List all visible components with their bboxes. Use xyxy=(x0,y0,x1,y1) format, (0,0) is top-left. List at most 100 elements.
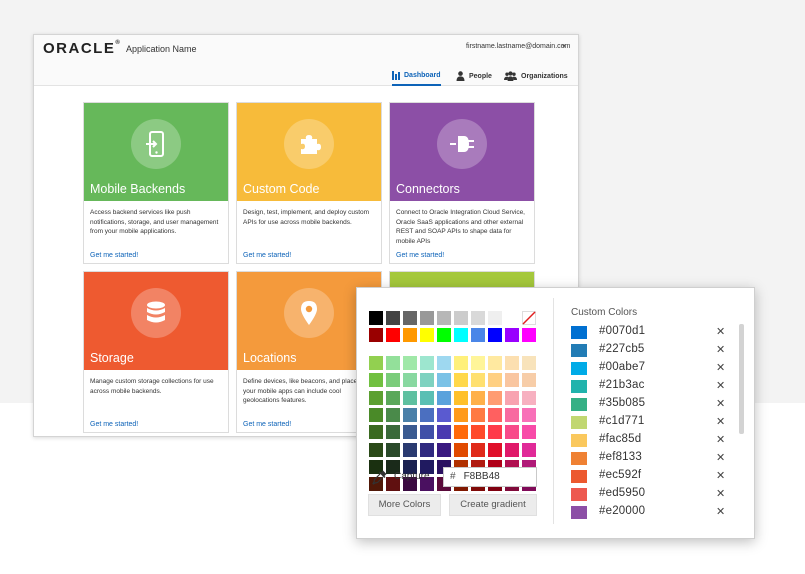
palette-swatch[interactable] xyxy=(437,390,451,405)
custom-color-row[interactable]: #ed5950 ✕ xyxy=(571,486,731,504)
palette-swatch[interactable] xyxy=(420,425,434,440)
bright-swatch[interactable] xyxy=(420,328,434,342)
palette-swatch[interactable] xyxy=(471,373,485,388)
gray-swatch[interactable] xyxy=(505,311,519,325)
palette-swatch[interactable] xyxy=(437,356,451,370)
bright-swatch[interactable] xyxy=(386,328,400,342)
custom-color-row[interactable]: #ec592f ✕ xyxy=(571,468,731,486)
close-icon[interactable]: ✕ xyxy=(716,379,725,392)
hex-input[interactable]: # F8BB48 xyxy=(443,467,537,487)
palette-swatch[interactable] xyxy=(471,356,485,370)
gray-swatch[interactable] xyxy=(420,311,434,325)
bright-swatch[interactable] xyxy=(454,328,468,342)
chevron-down-icon[interactable]: ▼ xyxy=(561,44,567,50)
custom-color-row[interactable]: #21b3ac ✕ xyxy=(571,378,731,396)
palette-swatch[interactable] xyxy=(437,407,451,422)
tile-storage[interactable]: Storage Manage custom storage collection… xyxy=(83,271,229,433)
gray-swatch[interactable] xyxy=(369,311,383,325)
palette-swatch[interactable] xyxy=(386,442,400,457)
palette-swatch[interactable] xyxy=(488,442,502,457)
eyedropper-icon[interactable] xyxy=(372,469,388,485)
get-started-link[interactable]: Get me started! xyxy=(396,252,444,259)
more-colors-button[interactable]: More Colors xyxy=(368,494,441,516)
custom-color-row[interactable]: #00abe7 ✕ xyxy=(571,360,731,378)
palette-swatch[interactable] xyxy=(505,425,519,440)
palette-swatch[interactable] xyxy=(505,442,519,457)
palette-swatch[interactable] xyxy=(488,390,502,405)
palette-swatch[interactable] xyxy=(437,373,451,388)
bright-swatch[interactable] xyxy=(403,328,417,342)
palette-swatch[interactable] xyxy=(386,425,400,440)
bright-swatch[interactable] xyxy=(522,328,536,342)
custom-color-chip[interactable] xyxy=(571,362,587,375)
palette-swatch[interactable] xyxy=(369,356,383,370)
close-icon[interactable]: ✕ xyxy=(716,361,725,374)
palette-swatch[interactable] xyxy=(420,407,434,422)
custom-color-row[interactable]: #fac85d ✕ xyxy=(571,432,731,450)
bright-swatch[interactable] xyxy=(471,328,485,342)
scrollbar[interactable] xyxy=(739,324,744,434)
custom-color-chip[interactable] xyxy=(571,470,587,483)
bright-swatch[interactable] xyxy=(437,328,451,342)
palette-swatch[interactable] xyxy=(454,425,468,440)
palette-swatch[interactable] xyxy=(437,425,451,440)
user-menu[interactable]: firstname.lastname@domain.com xyxy=(466,43,570,50)
tile-custom-code[interactable]: Custom Code Design, test, implement, and… xyxy=(236,102,382,264)
custom-color-chip[interactable] xyxy=(571,506,587,519)
get-started-link[interactable]: Get me started! xyxy=(90,421,138,428)
palette-swatch[interactable] xyxy=(403,407,417,422)
palette-swatch[interactable] xyxy=(454,356,468,370)
custom-color-row[interactable]: #227cb5 ✕ xyxy=(571,342,731,360)
tab-people[interactable]: People xyxy=(456,66,492,86)
palette-swatch[interactable] xyxy=(522,407,536,422)
palette-swatch[interactable] xyxy=(471,390,485,405)
palette-swatch[interactable] xyxy=(522,390,536,405)
custom-color-row[interactable]: #e20000 ✕ xyxy=(571,504,731,522)
tile-connectors[interactable]: Connectors Connect to Oracle Integration… xyxy=(389,102,535,264)
palette-swatch[interactable] xyxy=(403,356,417,370)
custom-color-row[interactable]: #0070d1 ✕ xyxy=(571,324,731,342)
palette-swatch[interactable] xyxy=(386,373,400,388)
palette-swatch[interactable] xyxy=(420,390,434,405)
palette-swatch[interactable] xyxy=(522,442,536,457)
get-started-link[interactable]: Get me started! xyxy=(243,252,291,259)
tile-mobile-backends[interactable]: Mobile Backends Access backend services … xyxy=(83,102,229,264)
close-icon[interactable]: ✕ xyxy=(716,325,725,338)
palette-swatch[interactable] xyxy=(403,442,417,457)
close-icon[interactable]: ✕ xyxy=(716,397,725,410)
custom-color-chip[interactable] xyxy=(571,452,587,465)
custom-color-row[interactable]: #ef8133 ✕ xyxy=(571,450,731,468)
palette-swatch[interactable] xyxy=(522,356,536,370)
palette-swatch[interactable] xyxy=(454,442,468,457)
close-icon[interactable]: ✕ xyxy=(716,451,725,464)
get-started-link[interactable]: Get me started! xyxy=(243,421,291,428)
palette-swatch[interactable] xyxy=(522,425,536,440)
palette-swatch[interactable] xyxy=(403,425,417,440)
close-icon[interactable]: ✕ xyxy=(716,487,725,500)
tab-organizations[interactable]: Organizations xyxy=(504,66,568,86)
palette-swatch[interactable] xyxy=(420,442,434,457)
palette-swatch[interactable] xyxy=(386,390,400,405)
create-gradient-button[interactable]: Create gradient xyxy=(449,494,537,516)
palette-swatch[interactable] xyxy=(369,373,383,388)
custom-color-row[interactable]: #35b085 ✕ xyxy=(571,396,731,414)
palette-swatch[interactable] xyxy=(488,425,502,440)
palette-swatch[interactable] xyxy=(488,373,502,388)
palette-swatch[interactable] xyxy=(437,442,451,457)
bright-swatch[interactable] xyxy=(369,328,383,342)
palette-swatch[interactable] xyxy=(505,390,519,405)
gray-swatch[interactable] xyxy=(403,311,417,325)
gray-swatch[interactable] xyxy=(386,311,400,325)
gray-swatch[interactable] xyxy=(471,311,485,325)
palette-swatch[interactable] xyxy=(369,390,383,405)
palette-swatch[interactable] xyxy=(488,407,502,422)
custom-color-chip[interactable] xyxy=(571,416,587,429)
capture-label[interactable]: Capture xyxy=(394,471,430,482)
palette-swatch[interactable] xyxy=(403,390,417,405)
close-icon[interactable]: ✕ xyxy=(716,415,725,428)
gray-swatch[interactable] xyxy=(454,311,468,325)
custom-color-chip[interactable] xyxy=(571,326,587,339)
oracle-logo[interactable]: ORACLE® xyxy=(43,40,120,57)
palette-swatch[interactable] xyxy=(471,425,485,440)
palette-swatch[interactable] xyxy=(471,442,485,457)
